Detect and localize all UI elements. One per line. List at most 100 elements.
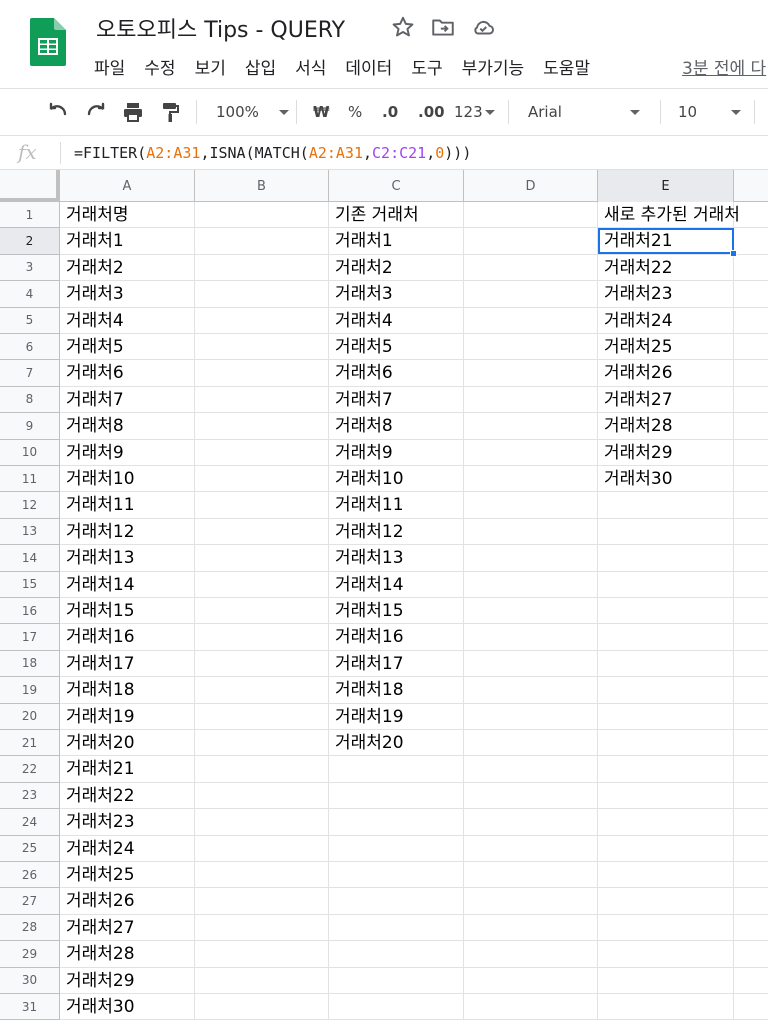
cell-b20[interactable] [195,703,329,730]
row-header[interactable]: 14 [0,545,60,572]
row-header[interactable]: 4 [0,281,60,308]
cell-f21[interactable] [734,730,768,757]
cell-b28[interactable] [195,914,329,942]
cell-d11[interactable] [464,466,598,493]
row-header[interactable]: 11 [0,466,60,493]
row-header[interactable]: 12 [0,492,60,519]
cell-c31[interactable] [329,994,464,1021]
cell-c25[interactable] [329,835,464,862]
cell-e28[interactable] [598,914,734,942]
cell-e13[interactable] [598,518,734,546]
cell-a24[interactable]: 거래처23 [60,809,195,836]
print-icon[interactable] [121,89,145,135]
cell-d20[interactable] [464,703,598,730]
menu-file[interactable]: 파일 [94,54,125,79]
cell-d24[interactable] [464,809,598,836]
sheets-logo-icon[interactable] [30,18,66,66]
cell-c8[interactable]: 거래처7 [329,386,464,414]
cell-a11[interactable]: 거래처10 [60,466,195,493]
cell-c14[interactable]: 거래처13 [329,545,464,572]
cell-f16[interactable] [734,598,768,625]
cell-d4[interactable] [464,281,598,308]
cell-d23[interactable] [464,782,598,810]
menu-addons[interactable]: 부가기능 [462,54,525,79]
star-icon[interactable] [390,14,416,40]
cell-e7[interactable]: 거래처26 [598,360,734,387]
cell-b26[interactable] [195,862,329,889]
font-family-select[interactable]: Arial [528,89,640,135]
cell-c23[interactable] [329,782,464,810]
cell-c17[interactable]: 거래처16 [329,624,464,651]
formula-input[interactable]: =FILTER(A2:A31,ISNA(MATCH(A2:A31,C2:C21,… [74,144,471,162]
cell-e10[interactable]: 거래처29 [598,439,734,466]
cell-a29[interactable]: 거래처28 [60,941,195,968]
menu-help[interactable]: 도움말 [543,54,590,79]
cell-e30[interactable] [598,967,734,994]
row-header[interactable]: 21 [0,730,60,757]
last-edit-link[interactable]: 3분 전에 다 [682,54,766,79]
cell-e24[interactable] [598,809,734,836]
cell-f8[interactable] [734,387,768,414]
column-header-partial[interactable] [734,170,768,202]
row-header[interactable]: 6 [0,334,60,361]
cell-f13[interactable] [734,519,768,546]
cell-f19[interactable] [734,677,768,704]
row-header[interactable]: 28 [0,914,60,942]
row-header[interactable]: 16 [0,598,60,625]
cell-e26[interactable] [598,862,734,889]
cell-a26[interactable]: 거래처25 [60,862,195,889]
cell-d28[interactable] [464,914,598,942]
cell-e18[interactable] [598,650,734,678]
cell-d2[interactable] [464,228,598,255]
cell-c27[interactable] [329,888,464,915]
cell-e2[interactable]: 거래처21 [598,228,734,255]
cell-f15[interactable] [734,572,768,598]
cell-f1[interactable] [734,202,768,229]
cell-b24[interactable] [195,809,329,836]
cell-a17[interactable]: 거래처16 [60,624,195,651]
cell-b4[interactable] [195,281,329,308]
cell-d5[interactable] [464,307,598,334]
column-header-c[interactable]: C [329,170,464,202]
cell-a12[interactable]: 거래처11 [60,492,195,519]
cell-c1[interactable]: 기존 거래처 [329,202,464,229]
cell-b9[interactable] [195,413,329,440]
cell-b1[interactable] [195,202,329,229]
cell-a20[interactable]: 거래처19 [60,703,195,730]
cell-d21[interactable] [464,730,598,757]
row-header[interactable]: 19 [0,677,60,704]
cell-d8[interactable] [464,386,598,414]
cell-d6[interactable] [464,334,598,361]
more-formats-button[interactable]: 123 [454,89,495,135]
row-header[interactable]: 30 [0,967,60,994]
cell-e14[interactable] [598,545,734,572]
cell-c30[interactable] [329,967,464,994]
row-header[interactable]: 26 [0,862,60,889]
cell-e27[interactable] [598,888,734,915]
cell-b23[interactable] [195,782,329,810]
cell-f28[interactable] [734,915,768,942]
cell-a31[interactable]: 거래처30 [60,994,195,1021]
cell-e8[interactable]: 거래처27 [598,386,734,414]
cell-f10[interactable] [734,440,768,466]
cell-b11[interactable] [195,466,329,493]
cell-a1[interactable]: 거래처명 [60,202,195,229]
paint-format-icon[interactable] [158,89,182,135]
cell-c12[interactable]: 거래처11 [329,492,464,519]
cell-d10[interactable] [464,439,598,466]
cell-a15[interactable]: 거래처14 [60,571,195,598]
cell-e29[interactable] [598,941,734,968]
menu-format[interactable]: 서식 [295,54,326,79]
row-header[interactable]: 31 [0,994,60,1021]
cell-d25[interactable] [464,835,598,862]
cell-e16[interactable] [598,598,734,625]
cell-a14[interactable]: 거래처13 [60,545,195,572]
cell-f22[interactable] [734,756,768,783]
cell-f31[interactable] [734,994,768,1021]
cell-f3[interactable] [734,255,768,282]
row-header[interactable]: 3 [0,254,60,282]
cell-a25[interactable]: 거래처24 [60,835,195,862]
cell-f29[interactable] [734,941,768,968]
row-header[interactable]: 10 [0,439,60,466]
cell-d14[interactable] [464,545,598,572]
